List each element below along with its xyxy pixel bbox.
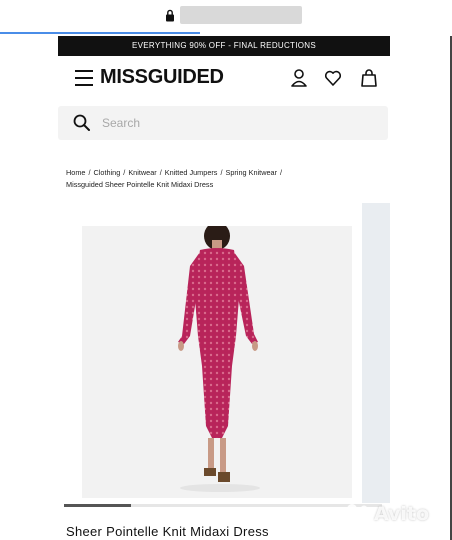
- browser-address-bar[interactable]: [0, 0, 452, 34]
- promo-banner[interactable]: EVERYTHING 90% OFF - FINAL REDUCTIONS: [58, 36, 390, 56]
- breadcrumb-knitted-jumpers[interactable]: Knitted Jumpers: [165, 168, 218, 177]
- image-carousel-thumb[interactable]: [64, 504, 131, 507]
- breadcrumb-clothing[interactable]: Clothing: [94, 168, 121, 177]
- search-bar[interactable]: Search: [58, 106, 388, 140]
- avito-watermark: Avito: [344, 500, 444, 530]
- model-in-dress-illustration: [178, 226, 260, 492]
- site-logo[interactable]: MISSGUIDED: [100, 66, 224, 89]
- breadcrumb-current-product: Missguided Sheer Pointelle Knit Midaxi D…: [66, 180, 214, 189]
- search-icon[interactable]: [72, 113, 92, 133]
- image-carousel-scrollbar[interactable]: [64, 504, 382, 507]
- avito-logo-icon: [347, 504, 369, 526]
- product-image[interactable]: [82, 226, 352, 498]
- menu-icon[interactable]: [75, 70, 93, 86]
- breadcrumb-spring-knitwear[interactable]: Spring Knitwear: [226, 168, 278, 177]
- breadcrumb: Home / Clothing / Knitwear / Knitted Jumpers / S…: [66, 168, 283, 189]
- lock-icon: [166, 9, 174, 22]
- next-product-image-peek[interactable]: [362, 203, 390, 503]
- page-load-progress: [0, 32, 200, 34]
- bag-icon[interactable]: [360, 68, 378, 88]
- search-input[interactable]: Search: [102, 116, 140, 130]
- url-field-redacted[interactable]: [180, 6, 302, 24]
- site-header: MISSGUIDED: [58, 62, 390, 98]
- breadcrumb-home[interactable]: Home: [66, 168, 85, 177]
- account-icon[interactable]: [290, 68, 308, 88]
- wishlist-heart-icon[interactable]: [324, 68, 342, 88]
- breadcrumb-knitwear[interactable]: Knitwear: [128, 168, 156, 177]
- page-viewport: EVERYTHING 90% OFF - FINAL REDUCTIONS MI…: [58, 36, 390, 540]
- avito-watermark-text: Avito: [374, 503, 430, 525]
- product-title: Sheer Pointelle Knit Midaxi Dress: [66, 524, 269, 539]
